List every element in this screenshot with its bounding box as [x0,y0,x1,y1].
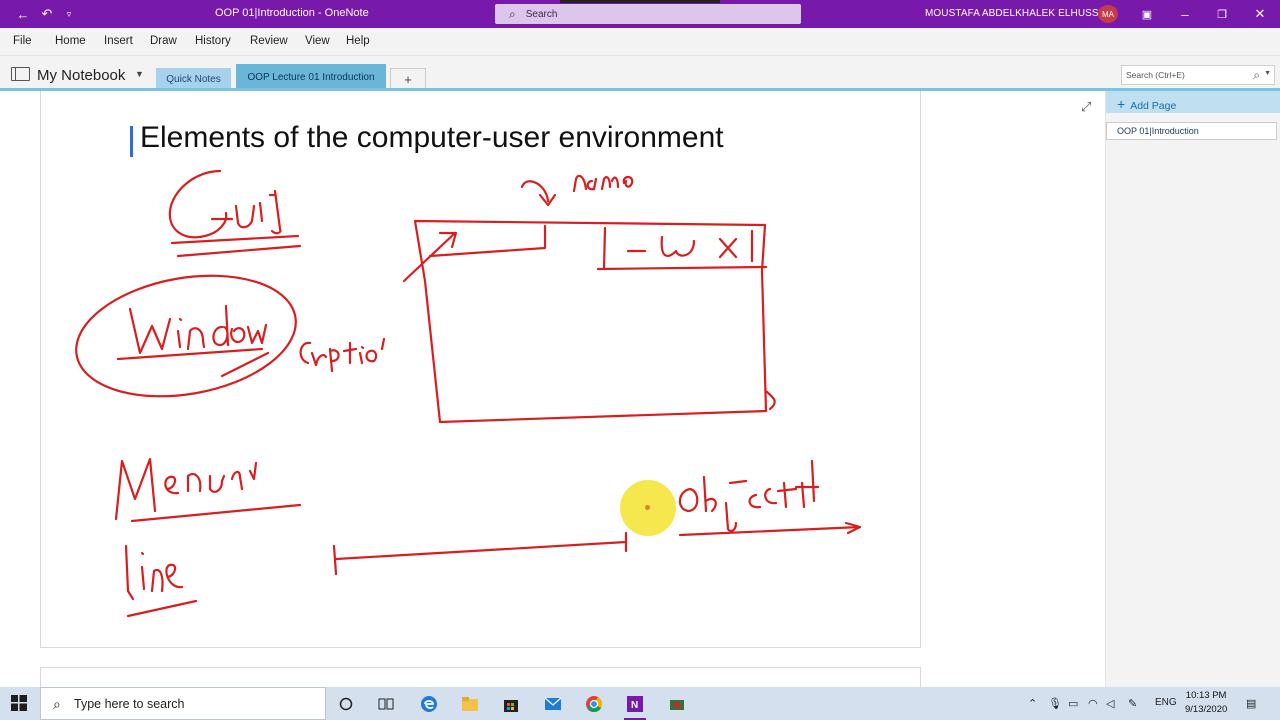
wifi-icon[interactable]: ◠ [1088,697,1098,710]
windows-taskbar: ⌕ Type here to search N ⌃ 🎙 ▭ ◠ ◁ ✎ ENG … [0,687,1280,720]
section-tab-quick-notes[interactable]: Quick Notes [156,68,231,90]
notifications-icon[interactable]: ▤ [1246,697,1256,710]
ink-window-oval [75,274,297,398]
section-tab-oop-lecture[interactable]: OOP Lecture 01 Introduction [236,64,386,90]
ink-menu-m [114,457,157,521]
ink-gui-j [270,189,282,235]
cortana-icon[interactable] [336,694,356,714]
ribbon-tabs: File Home Insert Draw History Review Vie… [0,28,1280,56]
window-title: OOP 01|Introduction - OneNote [215,7,369,19]
ink-close [718,237,738,259]
search-accent-bar [560,0,720,3]
notebook-search-input[interactable]: Search (Ctrl+E) ⌕ ▼ [1121,65,1275,85]
ink-window-w [128,307,172,355]
ink-name-text [572,174,634,193]
ink-gui-g [168,169,228,239]
notebook-search-placeholder: Search (Ctrl+E) [1126,70,1185,80]
page-list-item[interactable]: OOP 01|Introduction [1106,122,1277,140]
tab-file[interactable]: File [13,35,32,47]
file-explorer-icon[interactable] [460,694,480,714]
mail-icon[interactable] [543,694,563,714]
tab-home[interactable]: Home [55,35,86,47]
chevron-up-icon[interactable]: ⌃ [1028,697,1037,710]
ink-caption [299,337,386,373]
volume-icon[interactable]: ◁ [1106,697,1114,710]
tab-draw[interactable]: Draw [150,35,177,47]
windows-icon[interactable] [11,695,27,711]
pages-pane: + Add Page OOP 01|Introduction [1105,91,1280,687]
ink-object-arrow [678,521,862,537]
tell-me-search[interactable]: ⌕ Search [495,4,801,24]
system-clock[interactable]: 10:13 PM 9/13/2020 [1185,689,1227,717]
tell-me-search-label: Search [525,8,558,20]
close-icon[interactable]: ✕ [1249,0,1271,28]
ink-window-rect [413,219,768,424]
notebook-icon [11,67,30,81]
tab-history[interactable]: History [195,35,231,47]
edge-icon[interactable] [419,694,439,714]
back-icon[interactable]: ← [12,0,34,28]
ink-line-text [124,544,135,601]
undo-icon[interactable]: ↶ [36,0,58,28]
minimize-icon[interactable]: – [1174,0,1196,28]
task-view-icon[interactable] [376,694,396,714]
ink-titlebar-right [596,226,768,271]
app-icon[interactable] [667,694,687,714]
chrome-icon[interactable] [584,694,604,714]
svg-text:N: N [631,700,638,711]
tab-view[interactable]: View [305,35,330,47]
ink-gui-u [234,204,256,229]
onenote-window: ← ↶ ▿ OOP 01|Introduction - OneNote ⌕ Se… [0,0,1280,720]
onenote-icon[interactable]: N [625,694,645,714]
ink-name-arrow [520,180,557,207]
search-icon: ⌕ [53,696,61,712]
ink-caption-arrow [402,231,458,283]
plus-icon: + [1117,96,1126,112]
battery-icon[interactable]: ▭ [1068,697,1078,710]
chevron-down-icon[interactable]: ▼ [135,69,144,79]
title-bar: ← ↶ ▿ OOP 01|Introduction - OneNote ⌕ Se… [0,0,1280,28]
taskbar-search-input[interactable]: ⌕ Type here to search [40,687,326,720]
ink-maximize [660,235,696,257]
tab-insert[interactable]: Insert [104,35,133,47]
chevron-down-icon[interactable]: ▼ [1264,70,1271,77]
clock-time: 10:13 PM [1185,690,1227,701]
store-icon[interactable] [501,694,521,714]
pointer-highlight [620,480,676,536]
language-indicator[interactable]: ENG [1155,697,1177,708]
ink-object-text [678,487,699,513]
microphone-icon[interactable]: 🎙 [1048,697,1062,710]
page-canvas[interactable]: Elements of the computer-user environmen… [0,91,1105,697]
restore-icon[interactable]: ❐ [1211,0,1233,28]
tab-help[interactable]: Help [346,35,370,47]
ribbon-display-icon[interactable]: ▣ [1136,0,1158,28]
ink-line-segment [332,531,628,576]
add-page-button[interactable]: + Add Page [1106,91,1280,113]
taskbar-search-placeholder: Type here to search [74,696,185,711]
notebook-bar: My Notebook ▼ Quick Notes OOP Lecture 01… [0,56,1280,90]
pen-icon[interactable]: ✎ [1128,697,1137,710]
clock-date: 9/13/2020 [1185,704,1228,715]
search-icon: ⌕ [509,6,516,21]
notebook-name[interactable]: My Notebook [37,67,125,84]
user-name[interactable]: MOUSTAFA ABDELKHALEK ELHUSSEI [925,8,1108,19]
avatar[interactable]: MA [1098,5,1118,23]
ink-drawing [75,169,862,618]
quick-access-dropdown-icon[interactable]: ▿ [60,0,78,28]
search-icon[interactable]: ⌕ [1253,68,1260,83]
add-section-button[interactable]: + [390,68,426,90]
add-page-label: Add Page [1130,100,1177,112]
tab-review[interactable]: Review [250,35,288,47]
